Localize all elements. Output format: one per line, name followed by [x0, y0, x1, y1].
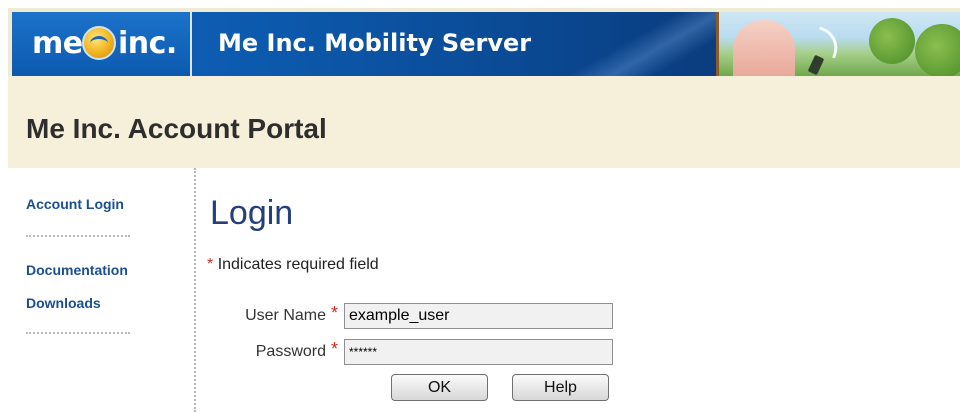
sidebar-divider	[26, 332, 130, 334]
banner-photo	[716, 12, 960, 76]
logo[interactable]: me inc.	[12, 12, 192, 76]
logo-text-inc: inc.	[118, 26, 177, 61]
username-required-asterisk: *	[331, 303, 339, 323]
required-field-note: * Indicates required field	[207, 256, 379, 274]
password-field[interactable]	[344, 339, 613, 365]
username-label: User Name	[245, 307, 326, 324]
sidebar-divider	[26, 235, 130, 237]
sidebar-item-downloads[interactable]: Downloads	[26, 295, 101, 311]
sidebar: Account Login Documentation Downloads	[8, 168, 196, 412]
signal-icon	[811, 26, 844, 59]
top-banner: me inc. Me Inc. Mobility Server	[8, 8, 960, 76]
tree-decoration	[915, 24, 960, 76]
ok-button[interactable]: OK	[391, 374, 488, 401]
sidebar-item-documentation[interactable]: Documentation	[26, 262, 128, 278]
banner-background: me inc. Me Inc. Mobility Server	[12, 12, 960, 76]
person-figure	[733, 20, 795, 76]
required-note-text: Indicates required field	[217, 256, 379, 273]
tree-decoration	[869, 18, 915, 64]
password-label: Password	[255, 343, 326, 360]
help-button[interactable]: Help	[512, 374, 609, 401]
sidebar-item-account-login[interactable]: Account Login	[26, 196, 124, 212]
page-title: Login	[210, 194, 294, 232]
portal-header: Me Inc. Account Portal	[8, 76, 960, 168]
phone-icon	[807, 54, 825, 76]
username-field[interactable]	[344, 303, 613, 329]
banner-title: Me Inc. Mobility Server	[218, 29, 532, 57]
globe-logo-icon	[82, 26, 116, 60]
logo-text-me: me	[32, 26, 83, 61]
password-required-asterisk: *	[331, 339, 339, 359]
portal-title: Me Inc. Account Portal	[26, 113, 327, 144]
required-asterisk: *	[207, 256, 214, 273]
